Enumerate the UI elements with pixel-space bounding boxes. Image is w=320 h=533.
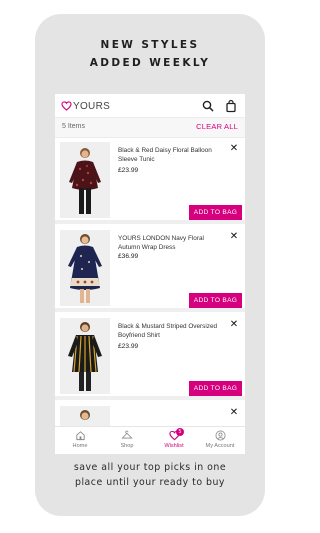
product-price: £23.99: [118, 343, 139, 350]
heart-logo-icon: [61, 101, 72, 111]
promo-card: NEW STYLES ADDED WEEKLY YOURS 5 Items CL…: [35, 14, 265, 516]
app-screen: YOURS 5 Items CLEAR ALL Black & Red Dais…: [55, 94, 245, 454]
product-title[interactable]: YOURS LONDON Navy Floral Autumn Wrap Dre…: [118, 234, 226, 252]
nav-wishlist[interactable]: 5 Wishlist: [155, 428, 193, 449]
wishlist-item: YOURS LONDON Navy Floral Autumn Wrap Dre…: [55, 226, 245, 312]
product-title[interactable]: Black & Mustard Striped Oversized Boyfri…: [118, 322, 226, 340]
add-to-bag-button[interactable]: ADD TO BAG: [189, 381, 242, 396]
home-icon: [75, 431, 85, 441]
logo-text: YOURS: [73, 100, 111, 112]
hanger-icon: [121, 430, 133, 439]
search-icon[interactable]: [201, 99, 215, 113]
nav-home-label: Home: [72, 443, 88, 449]
add-to-bag-button[interactable]: ADD TO BAG: [189, 205, 242, 220]
caption-line-2: place until your ready to buy: [75, 477, 225, 488]
nav-wishlist-label: Wishlist: [164, 443, 184, 449]
add-to-bag-button[interactable]: ADD TO BAG: [189, 293, 242, 308]
promo-headline: NEW STYLES ADDED WEEKLY: [35, 36, 265, 72]
wishlist-item: Black & Red Daisy Floral Balloon Sleeve …: [55, 138, 245, 224]
remove-item-close-icon[interactable]: ✕: [229, 320, 239, 330]
wishlist-count-bar: 5 Items CLEAR ALL: [55, 118, 245, 138]
yours-logo[interactable]: YOURS: [61, 99, 110, 113]
nav-shop-label: Shop: [120, 443, 134, 449]
product-price: £36.99: [118, 253, 139, 260]
nav-my-account[interactable]: My Account: [201, 430, 239, 449]
clear-all-button[interactable]: CLEAR ALL: [196, 122, 238, 131]
product-image[interactable]: [60, 142, 110, 218]
promo-caption: save all your top picks in one place unt…: [35, 460, 265, 490]
remove-item-close-icon[interactable]: ✕: [229, 408, 239, 418]
remove-item-close-icon[interactable]: ✕: [229, 144, 239, 154]
shopping-bag-icon[interactable]: [224, 99, 238, 113]
bottom-navigation: Home Shop 5 Wishlist My Account: [55, 426, 245, 454]
account-icon: [215, 430, 225, 441]
nav-home[interactable]: Home: [61, 430, 99, 449]
caption-line-1: save all your top picks in one: [73, 462, 227, 473]
item-count: 5 Items: [62, 123, 85, 130]
product-image[interactable]: [60, 318, 110, 394]
headline-line-1: NEW STYLES: [100, 39, 200, 51]
nav-shop[interactable]: Shop: [108, 430, 146, 449]
product-price: £23.99: [118, 167, 139, 174]
product-image[interactable]: [60, 230, 110, 306]
app-header: YOURS: [55, 94, 245, 118]
nav-my-account-label: My Account: [205, 443, 235, 449]
headline-line-2: ADDED WEEKLY: [89, 57, 211, 69]
wishlist-item: Black & Mustard Striped Oversized Boyfri…: [55, 314, 245, 400]
remove-item-close-icon[interactable]: ✕: [229, 232, 239, 242]
wishlist-count-badge: 5: [176, 428, 184, 436]
product-title[interactable]: Black & Red Daisy Floral Balloon Sleeve …: [118, 146, 226, 164]
